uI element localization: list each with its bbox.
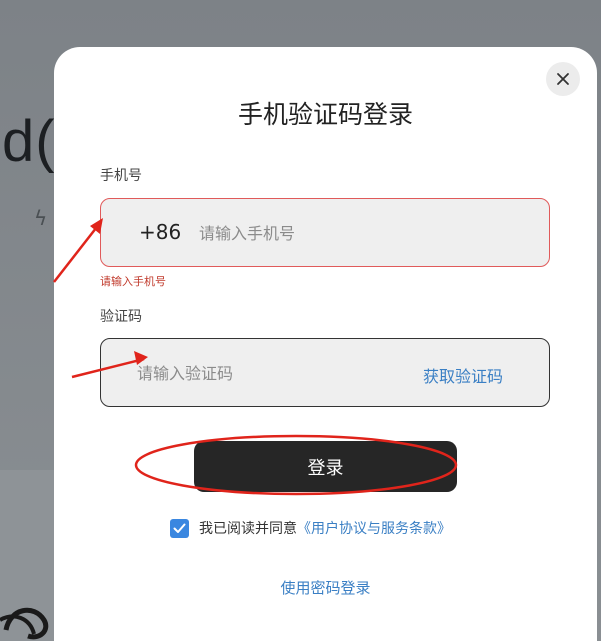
phone-field[interactable]: +86 <box>100 198 550 267</box>
phone-error-message: 请输入手机号 <box>100 275 166 288</box>
agreement-link[interactable]: 《用户协议与服务条款》 <box>297 518 451 538</box>
country-code-selector[interactable]: +86 <box>139 220 181 244</box>
modal-title: 手机验证码登录 <box>237 100 413 129</box>
close-button[interactable] <box>546 62 580 96</box>
agreement-text: 我已阅读并同意 <box>199 521 297 537</box>
phone-label: 手机号 <box>100 168 142 184</box>
verification-code-input[interactable] <box>137 357 377 389</box>
password-login-link[interactable]: 使用密码登录 <box>54 577 597 598</box>
agreement-checkbox[interactable] <box>170 518 189 538</box>
bolt-icon: ϟ <box>34 206 48 230</box>
code-field[interactable]: 获取验证码 <box>100 338 550 407</box>
background-title-fragment: d( <box>2 109 56 174</box>
background-logo-icon <box>0 607 49 640</box>
get-code-button[interactable]: 获取验证码 <box>423 363 503 387</box>
agreement-row: 我已阅读并同意 《用户协议与服务条款》 <box>170 517 451 539</box>
close-icon <box>557 73 569 85</box>
check-icon <box>173 523 186 533</box>
login-modal: 手机验证码登录 手机号 +86 请输入手机号 验证码 获取验证码 登录 我已阅读… <box>54 47 597 641</box>
login-button[interactable]: 登录 <box>194 441 457 492</box>
code-label: 验证码 <box>100 309 142 325</box>
phone-input[interactable] <box>199 217 519 249</box>
